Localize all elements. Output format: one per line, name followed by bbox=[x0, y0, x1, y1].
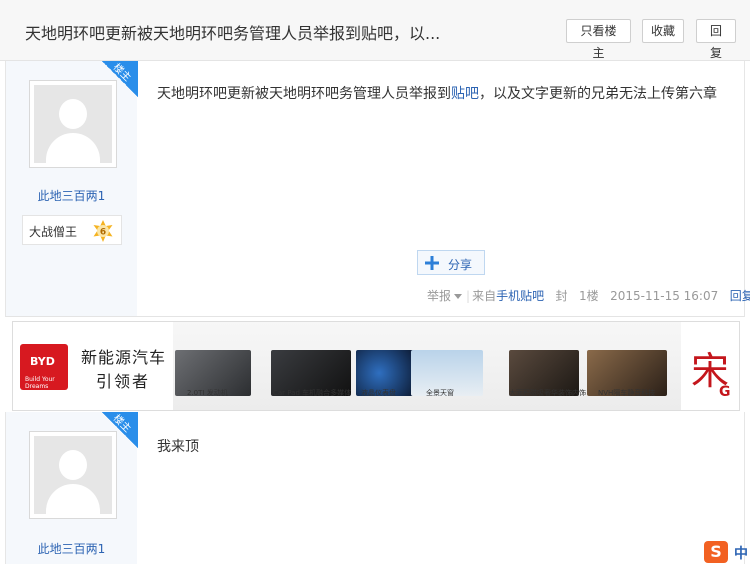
only-op-button[interactable]: 只看楼主 bbox=[566, 19, 631, 60]
song-logo-sub: G bbox=[719, 384, 731, 400]
post-floor-1: 此地三百两1 大战僧王 6 楼主 天地明环吧更新被天地明环吧务管理人员举报到贴吧… bbox=[5, 61, 750, 317]
level-star-icon: 6 bbox=[93, 220, 113, 242]
byd-logo: BYD Build Your Dreams bbox=[20, 344, 68, 390]
default-avatar-icon bbox=[34, 85, 112, 163]
floor-number: 1楼 bbox=[579, 289, 599, 303]
mobile-tieba-link[interactable]: 手机贴吧 bbox=[496, 289, 544, 303]
ad-caption: 液晶仪表盘 bbox=[361, 389, 396, 397]
post-content: 我来顶 bbox=[157, 439, 199, 455]
song-logo: 宋 G bbox=[681, 322, 739, 410]
ad-feature-strip: 2.0TI 发动机 Car Pad 车机融合多媒体 液晶仪表盘 全景天窗 大面积… bbox=[173, 322, 681, 410]
post-reply-link[interactable]: 回复 bbox=[730, 289, 750, 303]
report-link[interactable]: 举报 bbox=[427, 289, 451, 303]
envelope-icon: 封 bbox=[555, 289, 568, 303]
content-text-suffix: ，以及文字更新的兄弟无法上传第六章 bbox=[479, 86, 717, 102]
post-floor-2: 此地三百两1 楼主 我来顶 bbox=[5, 412, 745, 564]
share-label: 分享 bbox=[448, 258, 473, 272]
reply-button[interactable]: 回复 bbox=[696, 19, 736, 60]
favorite-button[interactable]: 收藏 bbox=[642, 19, 684, 43]
report-dropdown-icon[interactable] bbox=[454, 294, 463, 299]
tieba-link[interactable]: 贴吧 bbox=[451, 86, 479, 102]
ad-slogan-line2: 引领者 bbox=[96, 372, 151, 391]
ad-caption: Car Pad 车机融合多媒体 bbox=[273, 389, 352, 397]
byd-logo-text: BYD bbox=[30, 355, 55, 368]
author-sidebar: 此地三百两1 大战僧王 6 bbox=[6, 61, 137, 316]
plus-share-icon bbox=[425, 256, 439, 270]
author-username[interactable]: 此地三百两1 bbox=[6, 187, 137, 204]
sogou-ime-icon: S bbox=[704, 541, 728, 563]
ad-banner[interactable]: BYD Build Your Dreams 新能源汽车 引领者 2.0TI 发动… bbox=[12, 321, 740, 411]
level-number: 6 bbox=[100, 228, 106, 238]
post-meta: 举报 | 来自手机贴吧 封 1楼 2015-11-15 16:07 回复 bbox=[427, 287, 750, 304]
from-label: 来自 bbox=[472, 289, 497, 303]
badge-title: 大战僧王 bbox=[29, 225, 78, 239]
default-avatar-icon bbox=[34, 436, 112, 514]
thread-header: 天地明环吧更新被天地明环吧务管理人员举报到贴吧，以... 只看楼主 收藏 回复 bbox=[0, 0, 750, 61]
author-username[interactable]: 此地三百两1 bbox=[6, 540, 137, 557]
ad-caption: 全景天窗 bbox=[426, 389, 454, 397]
post-content: 天地明环吧更新被天地明环吧务管理人员举报到贴吧，以及文字更新的兄弟无法上传第六章 bbox=[157, 83, 717, 103]
ad-caption: 2.0TI 发动机 bbox=[187, 389, 228, 397]
byd-logo-sub: Build Your Dreams bbox=[25, 376, 55, 390]
content-text: 天地明环吧更新被天地明环吧务管理人员举报到 bbox=[157, 86, 451, 102]
ad-slogan-line1: 新能源汽车 bbox=[81, 348, 167, 367]
ime-indicator[interactable]: S 中 bbox=[704, 540, 750, 564]
post-time: 2015-11-15 16:07 bbox=[610, 289, 719, 303]
ad-caption: NVH隔车静音科技 bbox=[598, 389, 656, 397]
thread-title: 天地明环吧更新被天地明环吧务管理人员举报到贴吧，以... bbox=[25, 24, 441, 43]
ad-caption: 大面积磁吸奢华装饰内饰 bbox=[509, 389, 586, 397]
ime-language-label: 中 bbox=[734, 546, 748, 562]
member-badge[interactable]: 大战僧王 6 bbox=[22, 215, 122, 245]
share-button[interactable]: 分享 bbox=[417, 250, 485, 275]
